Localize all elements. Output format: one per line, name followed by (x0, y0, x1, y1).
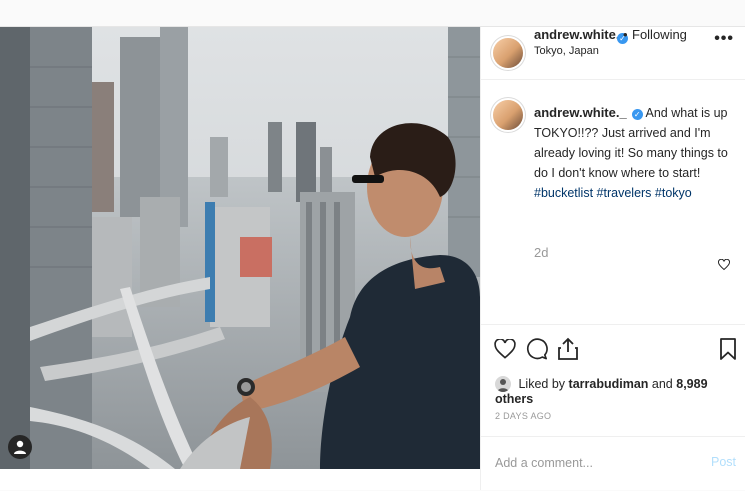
post-comment-button[interactable]: Post (711, 455, 736, 469)
separator-dot: • (623, 27, 628, 42)
post-sidebar: andrew.white._ ✓ • Following Tokyo, Japa… (480, 27, 745, 490)
post-photo[interactable] (0, 27, 480, 469)
heart-icon[interactable] (494, 339, 516, 359)
liker-avatar[interactable] (495, 376, 511, 392)
share-icon[interactable] (557, 337, 579, 361)
liker-username[interactable]: tarrabudiman (569, 377, 649, 391)
post-date[interactable]: 2 DAYS AGO (495, 411, 551, 421)
caption-username[interactable]: andrew.white._ (534, 105, 627, 120)
avatar[interactable] (493, 38, 523, 68)
caption-text: andrew.white._ ✓ And what is up TOKYO!!??… (534, 103, 734, 203)
comment-icon[interactable] (526, 338, 548, 360)
likes-prefix: Liked by (518, 377, 566, 391)
small-heart-icon[interactable] (718, 259, 730, 271)
action-bar (481, 324, 745, 370)
comment-input[interactable] (493, 451, 697, 475)
caption-time[interactable]: 2d (534, 245, 548, 260)
verified-badge-icon: ✓ (631, 109, 643, 120)
city-scene-illustration (0, 27, 480, 469)
tag-people-button[interactable] (8, 435, 32, 459)
likes-joiner: and (651, 377, 673, 391)
hashtag-link[interactable]: #travelers (597, 186, 652, 200)
more-options-button[interactable]: ••• (714, 30, 734, 48)
author-username[interactable]: andrew.white._ (534, 27, 627, 42)
user-tag-icon (14, 440, 26, 454)
avatar[interactable] (493, 100, 523, 130)
post-header: andrew.white._ ✓ • Following Tokyo, Japa… (481, 27, 745, 80)
person-silhouette-icon (497, 379, 509, 392)
bookmark-icon[interactable] (719, 337, 737, 361)
following-button[interactable]: Following (632, 27, 687, 42)
likes-summary: Liked by tarrabudiman and 8,989 others (495, 376, 745, 406)
location-link[interactable]: Tokyo, Japan (534, 45, 599, 57)
comment-bar: Post (481, 436, 745, 491)
hashtag-link[interactable]: #tokyo (655, 186, 692, 200)
hashtag-link[interactable]: #bucketlist (534, 186, 593, 200)
post-card: andrew.white._ ✓ • Following Tokyo, Japa… (0, 26, 745, 490)
